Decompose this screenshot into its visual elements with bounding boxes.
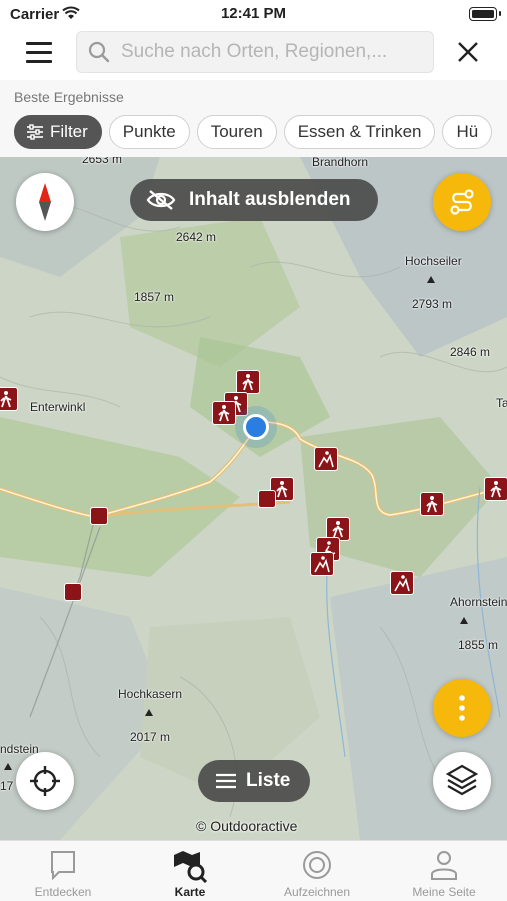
- tab-label: Entdecken: [34, 885, 92, 899]
- poi-marker[interactable]: [484, 477, 507, 501]
- more-options-button[interactable]: [433, 679, 491, 737]
- battery-icon: [469, 7, 497, 21]
- hiker-icon: [276, 481, 288, 498]
- list-icon: [216, 773, 236, 789]
- mountain-hiker-icon: [318, 451, 334, 468]
- map-copyright: © Outdooractive: [196, 818, 298, 834]
- current-location-marker: [243, 414, 269, 440]
- search-header: [0, 28, 507, 81]
- map-search-icon: [174, 851, 208, 883]
- locate-me-button[interactable]: [16, 752, 74, 810]
- map-label-hochkasern: Hochkasern: [118, 687, 183, 701]
- poi-marker[interactable]: [310, 552, 334, 576]
- route-icon: [450, 189, 474, 215]
- huts-chip[interactable]: Hü: [442, 115, 493, 149]
- tab-label: Meine Seite: [412, 885, 476, 899]
- map-label-elev-2642: 2642 m: [176, 230, 217, 244]
- search-box[interactable]: [76, 31, 434, 73]
- tab-entdecken[interactable]: Entdecken: [0, 841, 126, 901]
- poi-marker[interactable]: [420, 492, 444, 516]
- layers-button[interactable]: [433, 752, 491, 810]
- hiker-icon: [0, 391, 12, 408]
- map-label-ahornstein: Ahornstein: [450, 595, 507, 609]
- poi-marker[interactable]: [236, 370, 260, 394]
- poi-marker[interactable]: [90, 507, 108, 525]
- search-input[interactable]: [119, 38, 428, 66]
- hiker-icon: [426, 496, 438, 513]
- peak-marker: [145, 709, 153, 716]
- map-label-elev-2793: 2793 m: [412, 297, 453, 311]
- eye-off-icon: [146, 190, 176, 210]
- hiker-icon: [490, 481, 502, 498]
- peak-marker: [4, 763, 12, 770]
- map-label-elev-2017: 2017 m: [130, 730, 171, 744]
- menu-button[interactable]: [26, 42, 52, 64]
- list-button[interactable]: Liste: [198, 760, 310, 802]
- map-label-ta: Ta: [496, 396, 507, 410]
- tab-karte[interactable]: Karte: [127, 841, 253, 901]
- list-label: Liste: [246, 770, 291, 791]
- map-label-elev-2846: 2846 m: [450, 345, 491, 359]
- map-view[interactable]: 2653 m Brandhorn 2642 m Hochseiler 2793 …: [0, 157, 507, 840]
- map-label-enterwinkl: Enterwinkl: [30, 400, 86, 414]
- clock: 12:41 PM: [220, 5, 287, 22]
- results-label: Beste Ergebnisse: [14, 89, 124, 105]
- compass-icon: [39, 183, 51, 221]
- points-chip[interactable]: Punkte: [108, 115, 190, 149]
- search-icon: [88, 41, 110, 63]
- filter-bar: Beste Ergebnisse Filter Punkte Touren Essen…: [0, 80, 507, 157]
- sliders-icon: [27, 124, 43, 140]
- map-label-elev-1857: 1857 m: [134, 290, 175, 304]
- status-bar: Carrier 12:41 PM: [0, 0, 507, 28]
- map-label-hochseiler: Hochseiler: [405, 254, 462, 268]
- hiker-icon: [242, 374, 254, 391]
- tab-label: Karte: [174, 885, 206, 899]
- hide-content-label: Inhalt ausblenden: [189, 189, 351, 210]
- poi-marker[interactable]: [390, 571, 414, 595]
- peak-marker: [427, 276, 435, 283]
- crosshair-icon: [30, 766, 60, 796]
- map-label-elev-1855: 1855 m: [458, 638, 499, 652]
- hide-content-button[interactable]: Inhalt ausblenden: [130, 179, 378, 221]
- tab-aufzeichnen[interactable]: Aufzeichnen: [254, 841, 380, 901]
- mountain-hiker-icon: [394, 575, 410, 592]
- poi-marker[interactable]: [212, 401, 236, 425]
- tours-chip[interactable]: Touren: [196, 115, 277, 149]
- poi-marker[interactable]: [64, 583, 82, 601]
- mountain-hiker-icon: [314, 556, 330, 573]
- bookmark-icon: [51, 851, 75, 881]
- person-icon: [431, 851, 457, 880]
- filter-chip[interactable]: Filter: [14, 115, 102, 149]
- map-label-elev-2653: 2653 m: [82, 157, 123, 166]
- filter-chips: Filter Punkte Touren Essen & Trinken Hü: [14, 115, 499, 149]
- close-icon[interactable]: [456, 40, 480, 64]
- compass-button[interactable]: [16, 173, 74, 231]
- tab-meine-seite[interactable]: Meine Seite: [381, 841, 507, 901]
- tab-bar: Entdecken Karte Aufzeichnen Meine Seite: [0, 840, 507, 901]
- hiker-icon: [218, 405, 230, 422]
- tab-label: Aufzeichnen: [283, 885, 351, 899]
- poi-marker[interactable]: [314, 447, 338, 471]
- food-drink-chip[interactable]: Essen & Trinken: [283, 115, 436, 149]
- poi-marker[interactable]: [258, 490, 276, 508]
- poi-marker[interactable]: [0, 387, 18, 411]
- record-icon: [303, 851, 331, 879]
- more-vertical-icon: [459, 695, 465, 721]
- route-planner-button[interactable]: [433, 173, 491, 231]
- map-label-brandhorn: Brandhorn: [312, 157, 369, 169]
- peak-marker: [460, 617, 468, 624]
- layers-icon: [446, 764, 478, 796]
- map-label-elev-17: 17: [0, 779, 14, 793]
